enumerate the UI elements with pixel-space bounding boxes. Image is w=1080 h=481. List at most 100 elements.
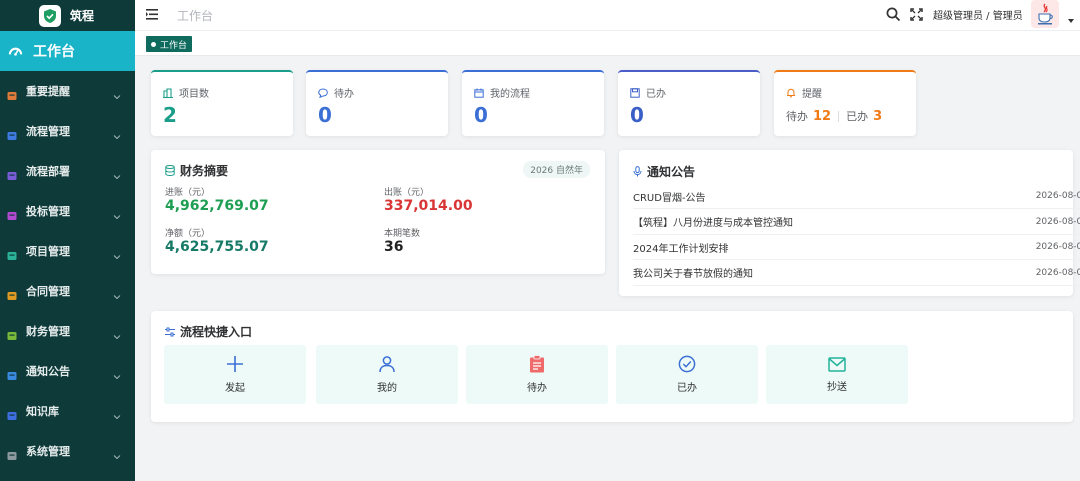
count-label: 本期笔数 [384,229,421,239]
notice-item[interactable]: CRUD冒烟-公告 2026-08-05 [633,184,1080,209]
notice-date: 2026-08-01 [1035,242,1080,252]
chevron-down-icon [113,365,121,384]
count-value: 36 [384,239,404,255]
bid-icon [7,206,17,220]
finance-year-badge: 2026 自然年 [523,161,590,178]
sidebar-item[interactable]: 投标管理 [0,191,135,231]
stat-card-remind[interactable]: 提醒 待办 12 已办 3 [774,70,916,136]
sidebar-item-dashboard[interactable]: 工作台 [0,31,135,71]
sidebar-item[interactable]: 通知公告 [0,351,135,391]
notice-title: 通知公告 [647,165,696,179]
sidebar-item[interactable]: 流程管理 [0,111,135,151]
remind-title: 提醒 [802,89,822,100]
expense-value: 337,014.00 [384,198,473,214]
layers-icon [7,246,17,260]
notice-text: 我公司关于春节放假的通知 [633,269,753,280]
clipboard-icon [530,355,544,373]
notice-text: 2024年工作计划安排 [633,243,729,255]
stat-value: 0 [474,103,488,127]
stat-card-done[interactable]: 已办 0 [618,70,760,136]
avatar[interactable] [1031,0,1059,28]
chevron-down-icon [113,405,121,424]
user-name[interactable]: 超级管理员 / 管理员 [933,7,1023,22]
tab-dashboard[interactable]: 工作台 [146,36,193,52]
notice-item[interactable]: 【筑程】八月份进度与成本管控通知 2026-08-05 [633,210,1080,235]
notice-item[interactable]: 2024年工作计划安排 2026-08-01 [633,235,1080,260]
chevron-down-icon [113,325,121,344]
quick-label: 抄送 [827,381,847,393]
database-icon [165,165,175,176]
app-name: 筑程 [70,9,95,23]
divider [838,110,840,122]
notice-item[interactable]: 我公司关于春节放假的通知 2026-08-01 [633,261,1080,286]
active-dot-icon [151,41,156,47]
sidebar: 筑程 工作台 重要提醒流程管理流程部署投标管理项目管理合同管理财务管理通知公告知… [0,0,135,481]
project-icon [163,87,173,98]
notice-date: 2026-08-05 [1035,216,1080,227]
microphone-icon [633,166,642,177]
flow-list-icon [7,126,17,140]
sidebar-item-label: 项目管理 [26,245,70,258]
app-logo[interactable]: 筑程 [0,0,135,31]
chevron-down-icon [113,125,121,144]
menu-toggle-icon[interactable] [146,8,160,21]
java-avatar-icon [1038,3,1053,25]
sidebar-item-label: 合同管理 [26,285,70,298]
sidebar-item[interactable]: 财务管理 [0,311,135,351]
sidebar-item-label: 重要提醒 [26,85,70,98]
check-circle-icon [678,355,696,373]
gear-icon [7,446,17,460]
sidebar-item[interactable]: 重要提醒 [0,71,135,111]
quick-cc-button[interactable]: 抄送 [766,345,908,404]
sidebar-item[interactable]: 合同管理 [0,271,135,311]
stat-label: 我的流程 [490,89,530,100]
net-value: 4,625,755.07 [165,239,269,255]
quick-label: 我的 [377,383,397,394]
quick-done-button[interactable]: 已办 [616,345,758,404]
chevron-down-icon [113,85,121,104]
finance-summary-card: 财务摘要 2026 自然年 进账（元） 4,962,769.07 出账（元） 3… [151,150,605,274]
chevron-down-icon[interactable] [1068,19,1074,23]
sidebar-item-label: 流程管理 [26,125,70,138]
sidebar-item-label: 工作台 [33,44,75,60]
stat-card-todo[interactable]: 待办 0 [306,70,448,136]
income-label: 进账（元） [165,188,211,198]
notice-text: 【筑程】八月份进度与成本管控通知 [633,218,793,229]
tags-bar: 工作台 [135,31,1080,56]
alarm-icon [7,86,17,100]
chevron-down-icon [113,165,121,184]
sidebar-item-label: 流程部署 [26,165,70,178]
mail-icon [828,356,846,372]
remind-done-label: 已办 [846,110,869,123]
quick-start-button[interactable]: 发起 [164,345,306,404]
stat-card-projects[interactable]: 项目数 2 [151,70,293,136]
plus-icon [227,356,243,372]
chat-icon [318,87,328,98]
income-value: 4,962,769.07 [165,198,269,214]
notice-date: 2026-08-05 [1035,191,1080,201]
bell-icon [787,88,795,97]
save-icon [630,87,640,98]
sidebar-item[interactable]: 项目管理 [0,231,135,271]
breadcrumb[interactable]: 工作台 [177,7,213,24]
remind-todo-label: 待办 [786,110,808,123]
top-header: 工作台 超级管理员 / 管理员 [135,0,1080,31]
notice-date: 2026-08-01 [1035,267,1080,278]
sidebar-item-label: 财务管理 [26,325,70,338]
quick-todo-button[interactable]: 待办 [466,345,608,404]
fullscreen-icon[interactable] [910,8,923,21]
tab-label: 工作台 [160,40,188,51]
shield-logo-icon [39,4,61,27]
quick-mine-button[interactable]: 我的 [316,345,458,404]
chevron-down-icon [113,285,121,304]
stat-card-my-flow[interactable]: 我的流程 0 [462,70,604,136]
stat-label: 待办 [334,89,354,100]
sidebar-item[interactable]: 流程部署 [0,151,135,191]
chevron-down-icon [113,445,121,464]
remind-todo-value: 12 [813,108,832,124]
search-icon[interactable] [886,7,901,22]
deploy-icon [7,166,17,180]
sidebar-item[interactable]: 系统管理 [0,431,135,471]
sidebar-item[interactable]: 知识库 [0,391,135,431]
dashboard-icon [8,47,23,56]
